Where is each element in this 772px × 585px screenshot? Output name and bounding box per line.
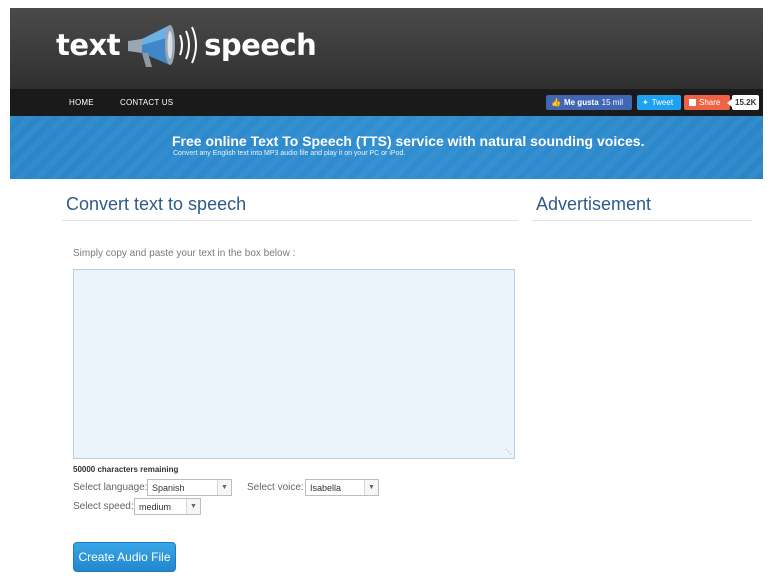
language-value: Spanish bbox=[152, 482, 185, 493]
like-label: Me gusta bbox=[563, 98, 599, 107]
speed-value: medium bbox=[139, 501, 172, 512]
speed-label: Select speed: bbox=[73, 501, 134, 512]
megaphone-icon bbox=[128, 25, 198, 67]
site-logo[interactable]: text speech bbox=[56, 20, 317, 70]
share-button[interactable]: Share bbox=[684, 95, 730, 110]
chevron-down-icon: ▼ bbox=[217, 480, 231, 495]
language-select[interactable]: Spanish ▼ bbox=[147, 479, 232, 496]
chevron-down-icon: ▼ bbox=[186, 499, 200, 514]
main-nav: HOME CONTACT US 👍 Me gusta 15 mil ✦ Twee… bbox=[10, 89, 763, 116]
tweet-button[interactable]: ✦ Tweet bbox=[637, 95, 681, 110]
voice-select[interactable]: Isabella ▼ bbox=[305, 479, 379, 496]
tweet-label: Tweet bbox=[651, 98, 674, 107]
resize-grip-icon[interactable]: ⋱ bbox=[505, 449, 513, 457]
nav-contact-link[interactable]: CONTACT US bbox=[120, 98, 173, 107]
advertisement-divider bbox=[532, 220, 752, 221]
share-icon bbox=[689, 99, 696, 106]
characters-remaining: 50000 characters remaining bbox=[73, 465, 179, 474]
twitter-bird-icon: ✦ bbox=[642, 98, 649, 107]
title-divider bbox=[62, 220, 518, 221]
page-title: Convert text to speech bbox=[66, 194, 247, 214]
hero-banner: Free online Text To Speech (TTS) service… bbox=[10, 116, 763, 179]
share-label: Share bbox=[699, 98, 721, 107]
logo-text-left: text bbox=[56, 28, 121, 62]
voice-label: Select voice: bbox=[247, 482, 304, 493]
banner-subtitle: Convert any English text into MP3 audio … bbox=[173, 150, 406, 157]
like-count: 15 mil bbox=[601, 98, 623, 107]
instruction-text: Simply copy and paste your text in the b… bbox=[73, 248, 296, 259]
advertisement-title: Advertisement bbox=[536, 194, 652, 214]
facebook-like-button[interactable]: 👍 Me gusta 15 mil bbox=[546, 95, 632, 110]
banner-title: Free online Text To Speech (TTS) service… bbox=[172, 133, 645, 149]
voice-value: Isabella bbox=[310, 482, 342, 493]
thumbs-up-icon: 👍 bbox=[551, 98, 561, 107]
create-audio-file-button[interactable]: Create Audio File bbox=[73, 542, 176, 572]
site-header: text speech bbox=[10, 8, 763, 89]
text-input-area[interactable] bbox=[73, 269, 515, 459]
language-label: Select language: bbox=[73, 482, 148, 493]
nav-home-link[interactable]: HOME bbox=[69, 98, 94, 107]
share-count-badge: 15.2K bbox=[726, 95, 760, 110]
speed-select[interactable]: medium ▼ bbox=[134, 498, 201, 515]
chevron-down-icon: ▼ bbox=[364, 480, 378, 495]
logo-text-right: speech bbox=[204, 28, 317, 62]
